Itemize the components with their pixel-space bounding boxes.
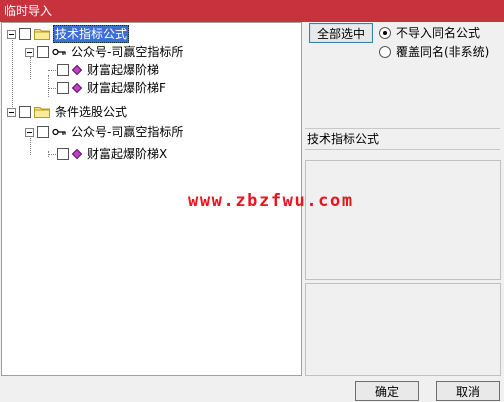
folder-icon xyxy=(34,107,50,118)
collapse-toggle-icon[interactable] xyxy=(25,127,34,137)
tree-node-author-2[interactable]: 公众号-司赢空指标所 xyxy=(25,123,185,141)
radio-button-selected[interactable] xyxy=(379,26,391,39)
tree-node-item[interactable]: 财富起爆阶梯F xyxy=(48,79,168,97)
author-2-label[interactable]: 公众号-司赢空指标所 xyxy=(69,124,185,140)
radio-button[interactable] xyxy=(379,45,391,58)
collapse-toggle-icon[interactable] xyxy=(25,47,34,57)
tree-node-author-1[interactable]: 公众号-司赢空指标所 xyxy=(25,43,185,61)
key-icon xyxy=(52,128,66,136)
author-1-checkbox[interactable] xyxy=(37,46,49,58)
tree-guide-line xyxy=(12,38,13,113)
tree-node-item[interactable]: 财富起爆阶梯X xyxy=(48,145,169,163)
radio-label: 覆盖同名(非系统) xyxy=(396,45,490,59)
radio-label: 不导入同名公式 xyxy=(396,26,481,40)
author-1-label[interactable]: 公众号-司赢空指标所 xyxy=(69,44,185,60)
detail-panel[interactable] xyxy=(305,283,501,376)
ok-button[interactable]: 确定 xyxy=(355,381,419,401)
item-label[interactable]: 财富起爆阶梯X xyxy=(85,146,169,162)
item-label[interactable]: 财富起爆阶梯 xyxy=(85,62,161,78)
author-2-checkbox[interactable] xyxy=(37,126,49,138)
window-title: 临时导入 xyxy=(4,4,53,18)
tree-connector xyxy=(48,87,56,89)
watermark-text: www.zbzfwu.com xyxy=(188,191,354,211)
category-label: 技术指标公式 xyxy=(305,128,500,150)
radio-overwrite-same-name[interactable]: 覆盖同名(非系统) xyxy=(379,43,489,60)
tree-node-group-2[interactable]: 条件选股公式 xyxy=(7,103,129,121)
formula-diamond-icon xyxy=(72,83,82,93)
tree-connector xyxy=(48,69,56,71)
item-label[interactable]: 财富起爆阶梯F xyxy=(85,80,168,96)
tree-node-group-1[interactable]: 技术指标公式 xyxy=(7,25,130,43)
group-1-checkbox[interactable] xyxy=(19,28,31,40)
description-panel[interactable] xyxy=(305,160,501,280)
collapse-toggle-icon[interactable] xyxy=(7,29,16,39)
select-all-button[interactable]: 全部选中 xyxy=(309,23,373,43)
item-checkbox[interactable] xyxy=(57,148,69,160)
formula-diamond-icon xyxy=(72,65,82,75)
radio-no-import-same-name[interactable]: 不导入同名公式 xyxy=(379,24,480,41)
key-icon xyxy=(52,48,66,56)
tree-node-item[interactable]: 财富起爆阶梯 xyxy=(48,61,161,79)
formula-diamond-icon xyxy=(72,149,82,159)
group-1-label[interactable]: 技术指标公式 xyxy=(53,25,130,43)
item-checkbox[interactable] xyxy=(57,82,69,94)
collapse-toggle-icon[interactable] xyxy=(7,107,16,117)
cancel-button[interactable]: 取消 xyxy=(436,381,500,401)
title-bar: 临时导入 xyxy=(0,0,504,22)
group-2-checkbox[interactable] xyxy=(19,106,31,118)
group-2-label[interactable]: 条件选股公式 xyxy=(53,104,129,120)
tree-connector xyxy=(48,153,56,155)
folder-icon xyxy=(34,29,50,40)
item-checkbox[interactable] xyxy=(57,64,69,76)
